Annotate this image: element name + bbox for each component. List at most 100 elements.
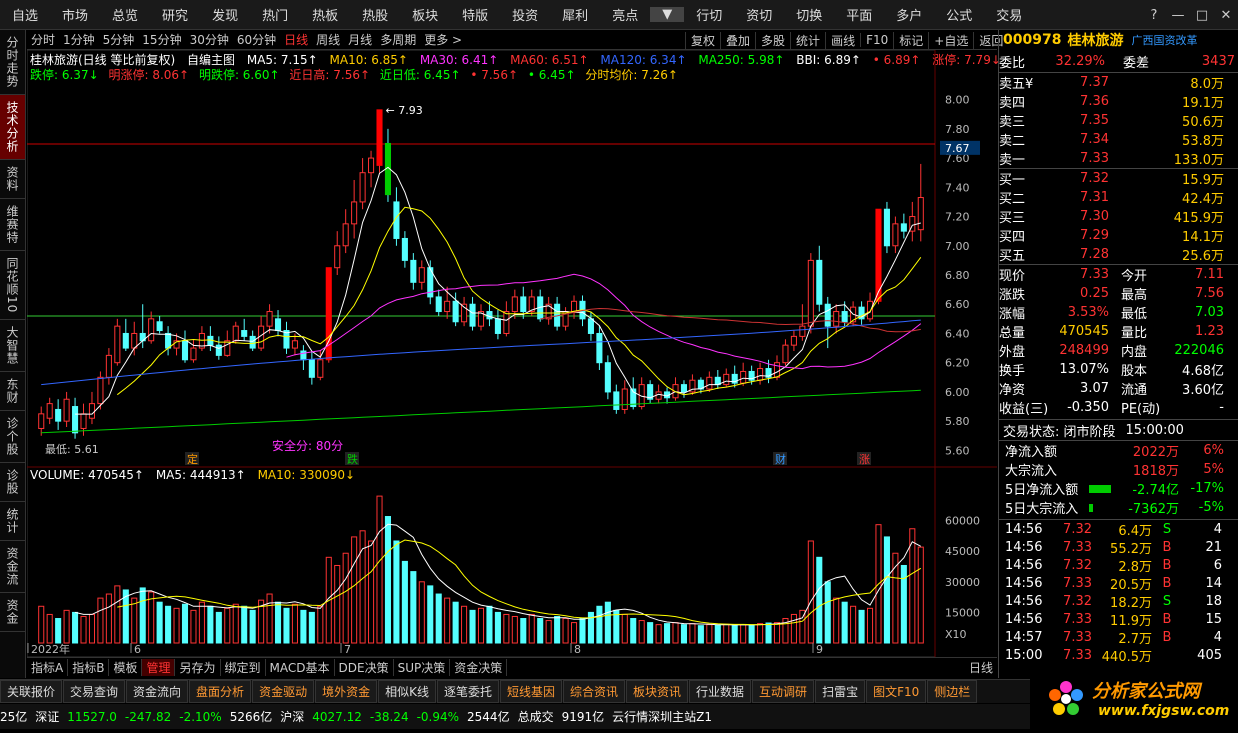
indicator-tab[interactable]: DDE决策 xyxy=(335,659,394,676)
function-button[interactable]: 扫雷宝 xyxy=(815,680,866,703)
indicator-tab[interactable]: SUP决策 xyxy=(394,659,451,676)
indicator-tab[interactable]: 指标A xyxy=(27,659,69,676)
menu-item[interactable]: 公式 xyxy=(934,5,984,24)
period-button[interactable]: 30分钟 xyxy=(186,31,233,48)
menu-item[interactable]: 特版 xyxy=(450,5,500,24)
menu-item[interactable]: 自选 xyxy=(0,5,50,24)
left-tab[interactable]: 东财 xyxy=(0,372,25,412)
indicator-tab[interactable]: 模板 xyxy=(109,659,143,676)
trade-state-time: 15:00:00 xyxy=(1125,422,1184,438)
left-tab[interactable]: 资料 xyxy=(0,160,25,199)
function-button[interactable]: 资金驱动 xyxy=(252,680,315,703)
function-button[interactable]: 关联报价 xyxy=(0,680,63,703)
tick-volume: 2.8万 xyxy=(1118,559,1152,575)
chart-tool-button[interactable]: 统计 xyxy=(790,31,825,49)
menu-item[interactable]: 市场 xyxy=(50,5,100,24)
menu-item[interactable]: 行切 xyxy=(684,5,734,24)
menu-item[interactable]: 热股 xyxy=(350,5,400,24)
tick-price: 7.32 xyxy=(1063,521,1092,537)
menu-item[interactable]: 热门 xyxy=(250,5,300,24)
period-button[interactable]: 15分钟 xyxy=(138,31,185,48)
left-tab[interactable]: 维赛特 xyxy=(0,199,25,251)
bid-volume: 14.1万 xyxy=(1182,230,1224,245)
function-button[interactable]: 板块资讯 xyxy=(626,680,689,703)
menu-item[interactable]: 多户 xyxy=(884,5,934,24)
period-button[interactable]: 日线 xyxy=(280,31,312,48)
left-tab[interactable]: 大智慧 xyxy=(0,320,25,373)
menu-item[interactable]: 热板 xyxy=(300,5,350,24)
tick-time: 14:56 xyxy=(1005,557,1043,573)
period-button[interactable]: 60分钟 xyxy=(233,31,280,48)
chart-tool-button[interactable]: 多股 xyxy=(755,31,790,49)
chart-tool-button[interactable]: F10 xyxy=(860,33,893,47)
left-tab[interactable]: 诊个股 xyxy=(0,411,25,464)
vol-unit: X10 xyxy=(945,628,967,641)
menu-item[interactable]: 研究 xyxy=(150,5,200,24)
function-button[interactable]: 盘面分析 xyxy=(189,680,252,703)
function-button[interactable]: 图文F10 xyxy=(866,680,927,703)
flow-label: 5日净流入额 xyxy=(1005,483,1079,498)
menu-item[interactable]: 资切 xyxy=(734,5,784,24)
stat-value: 7.56 xyxy=(1195,286,1224,301)
left-tab[interactable]: 技术分析 xyxy=(0,95,25,160)
chart-tool-button[interactable]: 标记 xyxy=(893,31,928,49)
function-button[interactable]: 境外资金 xyxy=(315,680,378,703)
menu-item[interactable]: 切换 xyxy=(784,5,834,24)
price-tick: 6.00 xyxy=(945,386,970,399)
menu-item[interactable]: 交易 xyxy=(984,5,1034,24)
period-button[interactable]: 月线 xyxy=(344,31,376,48)
stock-sector[interactable]: 广西国资改革 xyxy=(1131,32,1197,48)
function-button[interactable]: 行业数据 xyxy=(689,680,752,703)
menu-item[interactable]: 平面 xyxy=(834,5,884,24)
window-control-icon[interactable]: — xyxy=(1166,8,1190,23)
indicator-tab[interactable]: 另存为 xyxy=(175,659,221,676)
chart-tool-button[interactable]: 叠加 xyxy=(720,31,755,49)
function-button[interactable]: 交易查询 xyxy=(63,680,126,703)
menu-item[interactable]: 犀利 xyxy=(550,5,600,24)
chart-tool-button[interactable]: 画线 xyxy=(825,31,860,49)
function-button[interactable]: 侧边栏 xyxy=(927,680,978,703)
window-control-icon[interactable]: ? xyxy=(1142,8,1166,23)
function-button[interactable]: 短线基因 xyxy=(499,680,562,703)
period-button[interactable]: 5分钟 xyxy=(99,31,139,48)
indicator-tab[interactable]: 资金决策 xyxy=(450,659,508,676)
price-tick: 5.60 xyxy=(945,444,970,457)
kline-chart[interactable]: 8.007.807.607.407.207.006.806.606.406.20… xyxy=(27,50,997,657)
left-tab[interactable]: 统计 xyxy=(0,502,25,542)
chart-tool-button[interactable]: 复权 xyxy=(685,31,720,49)
period-button[interactable]: 1分钟 xyxy=(59,31,99,48)
function-button[interactable]: 相似K线 xyxy=(378,680,436,703)
function-button[interactable]: 综合资讯 xyxy=(563,680,626,703)
indicator-tab[interactable]: 绑定到 xyxy=(221,659,266,676)
menu-item[interactable]: 投资 xyxy=(500,5,550,24)
left-tab[interactable]: 资金流 xyxy=(0,541,25,594)
menu-item[interactable]: 板块 xyxy=(400,5,450,24)
period-button[interactable]: 更多 > xyxy=(420,31,466,48)
indicator-tab[interactable]: 指标B xyxy=(68,659,110,676)
function-button[interactable]: 资金流向 xyxy=(126,680,189,703)
period-button[interactable]: 周线 xyxy=(312,31,344,48)
left-tab[interactable]: 资金 xyxy=(0,593,25,633)
ma250-line xyxy=(41,389,921,434)
candle-body xyxy=(376,109,383,166)
menu-item[interactable]: 总览 xyxy=(100,5,150,24)
menu-item[interactable]: 亮点 xyxy=(600,5,650,24)
quote-row: 14:56 7.33 11.9万 B 15 xyxy=(999,610,1238,629)
candle-body xyxy=(342,223,349,247)
left-tab[interactable]: 诊股 xyxy=(0,463,25,503)
candle-body xyxy=(655,391,662,400)
window-control-icon[interactable]: □ xyxy=(1190,8,1214,23)
period-button[interactable]: 分时 xyxy=(27,31,59,48)
function-button[interactable]: 互动调研 xyxy=(752,680,815,703)
server-label[interactable]: 云行情深圳主站Z1 xyxy=(612,708,712,725)
menu-item[interactable]: 发现 xyxy=(200,5,250,24)
chart-tool-button[interactable]: +自选 xyxy=(928,31,973,49)
indicator-tab[interactable]: 管理 xyxy=(142,659,176,676)
period-button[interactable]: 多周期 xyxy=(376,31,420,48)
left-tab[interactable]: 分时走势 xyxy=(0,30,25,95)
function-button[interactable]: 逐笔委托 xyxy=(436,680,499,703)
left-tab[interactable]: 同花顺10 xyxy=(0,251,25,321)
window-control-icon[interactable]: ✕ xyxy=(1214,8,1238,23)
indicator-tab[interactable]: MACD基本 xyxy=(266,659,335,676)
menu-item[interactable]: ▼ xyxy=(650,7,685,22)
